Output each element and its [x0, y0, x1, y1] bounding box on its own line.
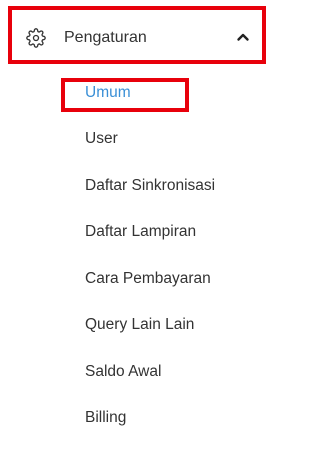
sidebar-item-saldo-awal[interactable]: Saldo Awal — [85, 363, 161, 381]
settings-group-label: Pengaturan — [64, 29, 147, 46]
chevron-up-icon[interactable] — [236, 30, 250, 44]
sidebar-item-cara-pembayaran[interactable]: Cara Pembayaran — [85, 270, 211, 288]
sidebar-item-query-lain-lain[interactable]: Query Lain Lain — [85, 316, 194, 334]
sidebar-item-daftar-sinkronisasi[interactable]: Daftar Sinkronisasi — [85, 177, 215, 195]
settings-menu: Pengaturan Umum User Daftar Sinkronisasi… — [0, 0, 283, 460]
sidebar-item-umum[interactable]: Umum — [85, 84, 131, 102]
gear-icon — [26, 28, 46, 48]
sidebar-item-daftar-lampiran[interactable]: Daftar Lampiran — [85, 223, 196, 241]
sidebar-item-billing[interactable]: Billing — [85, 409, 126, 427]
sidebar-item-user[interactable]: User — [85, 130, 118, 148]
